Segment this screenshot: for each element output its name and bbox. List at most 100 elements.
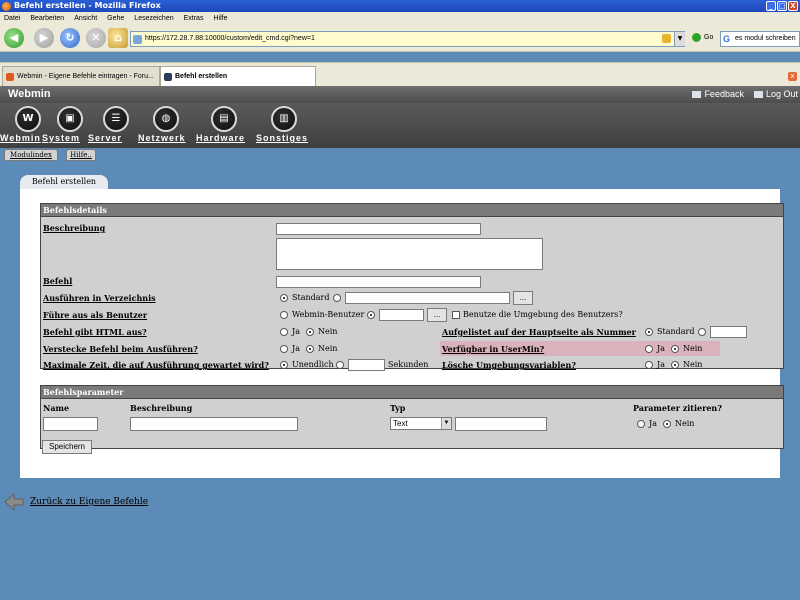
param-type-select[interactable]: Text ▼ [390, 417, 452, 430]
mail-icon [692, 91, 702, 99]
details-section: Befehlsdetails Beschreibung Befehl Ausfü… [40, 203, 784, 371]
module-index-link[interactable]: Modulindex [4, 149, 58, 161]
search-value: es modul schreiben [735, 35, 796, 42]
parameters-header: Befehlsparameter [41, 386, 783, 399]
directory-label: Ausführen in Verzeichnis [43, 293, 156, 303]
go-icon [692, 33, 701, 42]
parameters-body: Name Beschreibung Typ Parameter zitieren… [41, 399, 783, 448]
directory-default-text: Standard [292, 293, 330, 302]
webmin-header-links: Feedback Log Out [692, 89, 798, 99]
search-input[interactable]: G es modul schreiben [720, 31, 800, 47]
hide-yes-radio[interactable] [280, 345, 288, 353]
tab-befehl-erstellen[interactable]: Befehl erstellen [160, 66, 316, 86]
usermin-no-radio[interactable] [671, 345, 679, 353]
description-input[interactable] [276, 223, 481, 235]
close-button[interactable]: X [788, 1, 798, 11]
feedback-link[interactable]: Feedback [692, 89, 744, 99]
max-time-label: Maximale Zeit, die auf Ausführung gewart… [43, 360, 269, 370]
clear-env-no-text: Nein [683, 360, 703, 369]
html-output-label: Befehl gibt HTML aus? [43, 327, 147, 337]
usermin-no-text: Nein [683, 344, 703, 353]
listed-default-radio[interactable] [645, 328, 653, 336]
max-time-unit: Sekunden [388, 360, 429, 369]
window-controls: _ □ X [766, 1, 798, 11]
param-quote-yes-radio[interactable] [637, 420, 645, 428]
hide-command-label: Verstecke Befehl beim Ausführen? [43, 344, 198, 354]
clear-env-no-radio[interactable] [671, 361, 679, 369]
max-time-custom-radio[interactable] [336, 361, 344, 369]
forward-arrow-icon[interactable]: ▶ [34, 28, 54, 48]
category-misc[interactable]: ▥ Sonstiges [256, 106, 312, 143]
logout-link[interactable]: Log Out [753, 89, 798, 99]
param-type-header: Typ [390, 403, 406, 413]
help-link[interactable]: Hilfe.. [66, 149, 96, 161]
tab-favicon-icon [164, 73, 172, 81]
save-button[interactable]: Speichern [42, 440, 92, 454]
usermin-yes-radio[interactable] [645, 345, 653, 353]
param-quote-no-radio[interactable] [663, 420, 671, 428]
details-body: Beschreibung Befehl Ausführen in Verzeic… [41, 217, 783, 371]
hide-no-radio[interactable] [306, 345, 314, 353]
reload-icon[interactable]: ↻ [60, 28, 80, 48]
max-time-unlimited-radio[interactable] [280, 361, 288, 369]
maximize-button[interactable]: □ [777, 1, 787, 11]
home-icon[interactable]: ⌂ [108, 28, 128, 48]
menu-gehe[interactable]: Gehe [107, 15, 124, 22]
directory-input[interactable] [345, 292, 510, 304]
category-server[interactable]: ☰ Server [88, 106, 144, 143]
close-tab-icon[interactable]: x [788, 72, 797, 81]
param-options-input[interactable] [455, 417, 547, 431]
listed-number-input[interactable] [710, 326, 747, 338]
tab-bar: Webmin - Eigene Befehle eintragen - Foru… [0, 62, 800, 86]
max-time-input[interactable] [348, 359, 385, 371]
user-browse-button[interactable]: ... [427, 308, 447, 322]
url-text: https://172.28.7.88:10000/custom/edit_cm… [145, 35, 315, 42]
back-link[interactable]: Zurück zu Eigene Befehle [4, 492, 148, 512]
back-arrow-icon[interactable]: ◀ [4, 28, 24, 48]
minimize-button[interactable]: _ [766, 1, 776, 11]
menu-bearbeiten[interactable]: Bearbeiten [30, 15, 64, 22]
listed-number-label: Aufgelistet auf der Hauptseite als Numme… [442, 327, 636, 337]
listed-custom-radio[interactable] [698, 328, 706, 336]
hide-no-text: Nein [318, 344, 338, 353]
html-no-radio[interactable] [306, 328, 314, 336]
webmin-icon: W [15, 106, 41, 132]
category-network[interactable]: ◍ Netzwerk [138, 106, 194, 143]
url-input[interactable]: https://172.28.7.88:10000/custom/edit_cm… [130, 31, 685, 47]
param-name-input[interactable] [43, 417, 98, 431]
details-header: Befehlsdetails [41, 204, 783, 217]
form-container: Befehlsdetails Beschreibung Befehl Ausfü… [20, 189, 784, 478]
menu-hilfe[interactable]: Hilfe [213, 15, 227, 22]
menu-ansicht[interactable]: Ansicht [74, 15, 97, 22]
url-dropdown-icon[interactable]: ▼ [674, 32, 685, 46]
go-button[interactable]: Go [692, 33, 713, 42]
category-hardware[interactable]: ▤ Hardware [196, 106, 252, 143]
param-name-header: Name [43, 403, 70, 413]
stop-icon[interactable]: ✕ [86, 28, 106, 48]
command-input[interactable] [276, 276, 481, 288]
tab-label: Webmin - Eigene Befehle eintragen - Foru… [17, 73, 154, 80]
tab-webmin-forum[interactable]: Webmin - Eigene Befehle eintragen - Foru… [2, 66, 160, 86]
html-yes-radio[interactable] [280, 328, 288, 336]
user-webmin-radio[interactable] [280, 311, 288, 319]
user-custom-radio[interactable] [367, 311, 375, 319]
lock-icon[interactable] [662, 34, 671, 43]
directory-browse-button[interactable]: ... [513, 291, 533, 305]
param-description-input[interactable] [130, 417, 298, 431]
back-link-text: Zurück zu Eigene Befehle [30, 497, 149, 507]
clear-env-yes-radio[interactable] [645, 361, 653, 369]
webmin-subtabs: Modulindex Hilfe.. [0, 148, 800, 162]
directory-default-radio[interactable] [280, 294, 288, 302]
tab-favicon-icon [6, 73, 14, 81]
menu-lesezeichen[interactable]: Lesezeichen [134, 15, 173, 22]
description-textarea[interactable] [276, 238, 543, 270]
misc-icon: ▥ [271, 106, 297, 132]
user-env-checkbox[interactable] [452, 311, 460, 319]
max-time-unlimited-text: Unendlich [292, 360, 334, 369]
user-input[interactable] [379, 309, 424, 321]
network-icon: ◍ [153, 106, 179, 132]
menu-datei[interactable]: Datei [4, 15, 20, 22]
page-tab-label: Befehl erstellen [20, 175, 108, 189]
directory-custom-radio[interactable] [333, 294, 341, 302]
menu-extras[interactable]: Extras [184, 15, 204, 22]
